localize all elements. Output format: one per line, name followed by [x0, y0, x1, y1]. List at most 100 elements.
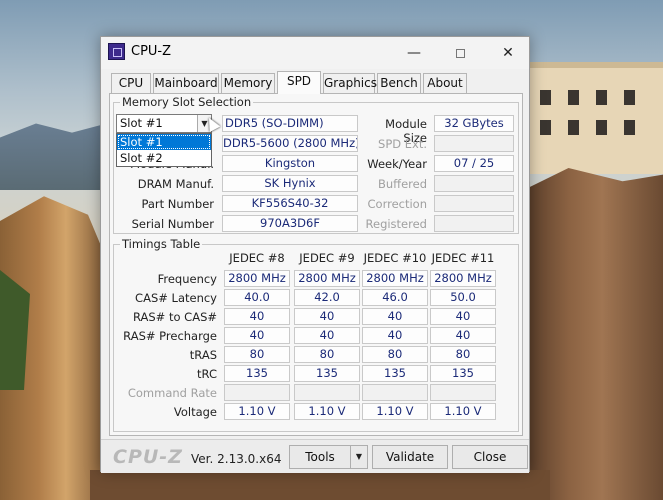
module-size-value: 32 GBytes: [434, 115, 514, 132]
tab-cpu[interactable]: CPU: [111, 73, 151, 93]
building: [528, 62, 663, 174]
timing-column-header: JEDEC #9: [299, 251, 355, 265]
module-type-value: DDR5 (SO-DIMM): [222, 115, 358, 132]
timing-cell: 40: [362, 308, 428, 325]
timing-row-label: RAS# to CAS#: [132, 310, 217, 324]
timing-cell: 2800 MHz: [224, 270, 290, 287]
timing-cell: [294, 384, 360, 401]
building-window: [568, 120, 579, 135]
serial-number-value: 970A3D6F: [222, 215, 358, 232]
registered-label: Registered: [365, 217, 427, 231]
timings-table-group: Timings Table JEDEC #8 JEDEC #9 JEDEC #10 J…: [113, 237, 519, 432]
maximize-icon: [455, 48, 465, 58]
close-window-button[interactable]: ✕: [485, 37, 531, 69]
buffered-label: Buffered: [377, 177, 427, 191]
module-manuf-value: Kingston: [222, 155, 358, 172]
timing-cell: 40: [224, 327, 290, 344]
timing-cell: 135: [294, 365, 360, 382]
registered-value: [434, 215, 514, 232]
timing-cell: 50.0: [430, 289, 496, 306]
cpuz-app-icon[interactable]: [108, 43, 125, 60]
timing-cell: [224, 384, 290, 401]
timing-column-header: JEDEC #8: [229, 251, 285, 265]
building-window: [568, 90, 579, 105]
spd-ext-label: SPD Ext.: [378, 137, 427, 151]
memory-slot-group-title: Memory Slot Selection: [120, 95, 254, 109]
building-window: [540, 120, 551, 135]
week-year-label: Week/Year: [367, 157, 427, 171]
dram-manuf-value: SK Hynix: [222, 175, 358, 192]
part-number-label: Part Number: [141, 197, 214, 211]
building-window: [624, 120, 635, 135]
timing-cell: 135: [224, 365, 290, 382]
timing-row-label: Command Rate: [127, 386, 217, 400]
timing-cell: 42.0: [294, 289, 360, 306]
timing-cell: [362, 384, 428, 401]
slot-option[interactable]: Slot #2: [117, 150, 211, 166]
tab-graphics[interactable]: Graphics: [323, 73, 377, 93]
serial-number-label: Serial Number: [131, 217, 214, 231]
tools-dropdown-icon[interactable]: ▼: [350, 445, 368, 469]
timing-cell: 40: [362, 327, 428, 344]
timing-column-header: JEDEC #11: [431, 251, 495, 265]
tools-button[interactable]: Tools: [289, 445, 351, 469]
timing-column-header: JEDEC #10: [363, 251, 427, 265]
timing-cell: 135: [430, 365, 496, 382]
ground: [90, 470, 550, 500]
part-number-value: KF556S40-32: [222, 195, 358, 212]
timing-cell: 40: [294, 308, 360, 325]
timing-row-label: Voltage: [173, 405, 217, 419]
timing-cell: 1.10 V: [362, 403, 428, 420]
building-window: [596, 90, 607, 105]
tab-memory[interactable]: Memory: [221, 73, 275, 93]
timings-table-title: Timings Table: [120, 237, 203, 251]
timing-cell: 2800 MHz: [430, 270, 496, 287]
timing-cell: 1.10 V: [294, 403, 360, 420]
tab-spd[interactable]: SPD: [277, 71, 321, 94]
timing-cell: 80: [430, 346, 496, 363]
close-button[interactable]: Close: [452, 445, 528, 469]
timing-cell: 135: [362, 365, 428, 382]
building-window: [540, 90, 551, 105]
slot-select-value: Slot #1: [120, 116, 163, 130]
timing-cell: 1.10 V: [430, 403, 496, 420]
minimize-button[interactable]: —: [391, 37, 437, 69]
timing-cell: 40: [430, 327, 496, 344]
tab-mainboard[interactable]: Mainboard: [153, 73, 219, 93]
cpuz-logo: CPU-Z: [113, 446, 183, 468]
window-title: CPU-Z: [131, 44, 172, 59]
max-bandwidth-value: DDR5-5600 (2800 MHz): [222, 135, 358, 152]
timing-row-label: Frequency: [157, 272, 217, 286]
cpuz-window: CPU-Z — ✕ CPU Mainboard Memory SPD Graph…: [100, 36, 530, 473]
timing-row-label: CAS# Latency: [135, 291, 217, 305]
tab-about[interactable]: About: [423, 73, 467, 93]
timing-cell: 40: [224, 308, 290, 325]
timing-cell: 1.10 V: [224, 403, 290, 420]
timing-cell: 40: [294, 327, 360, 344]
timing-row-label: tRC: [197, 367, 217, 381]
correction-value: [434, 195, 514, 212]
buffered-value: [434, 175, 514, 192]
timing-cell: [430, 384, 496, 401]
validate-button[interactable]: Validate: [372, 445, 448, 469]
version-label: Ver. 2.13.0.x64: [191, 452, 282, 466]
timing-row-label: tRAS: [189, 348, 217, 362]
right-cliff: [528, 168, 663, 500]
title-bar[interactable]: CPU-Z — ✕: [101, 37, 529, 69]
slot-select[interactable]: Slot #1 ▼: [116, 114, 212, 133]
correction-label: Correction: [367, 197, 428, 211]
bottom-bar: CPU-Z Ver. 2.13.0.x64 Tools ▼ Validate C…: [101, 439, 529, 473]
tab-bench[interactable]: Bench: [377, 73, 421, 93]
timing-cell: 80: [224, 346, 290, 363]
building-window: [624, 90, 635, 105]
dram-manuf-label: DRAM Manuf.: [137, 177, 214, 191]
maximize-button[interactable]: [437, 37, 483, 69]
timing-cell: 40: [430, 308, 496, 325]
building-window: [596, 120, 607, 135]
timing-cell: 40.0: [224, 289, 290, 306]
slot-option[interactable]: Slot #1: [117, 134, 211, 150]
week-year-value: 07 / 25: [434, 155, 514, 172]
timing-cell: 2800 MHz: [362, 270, 428, 287]
spd-ext-value: [434, 135, 514, 152]
timing-cell: 80: [294, 346, 360, 363]
